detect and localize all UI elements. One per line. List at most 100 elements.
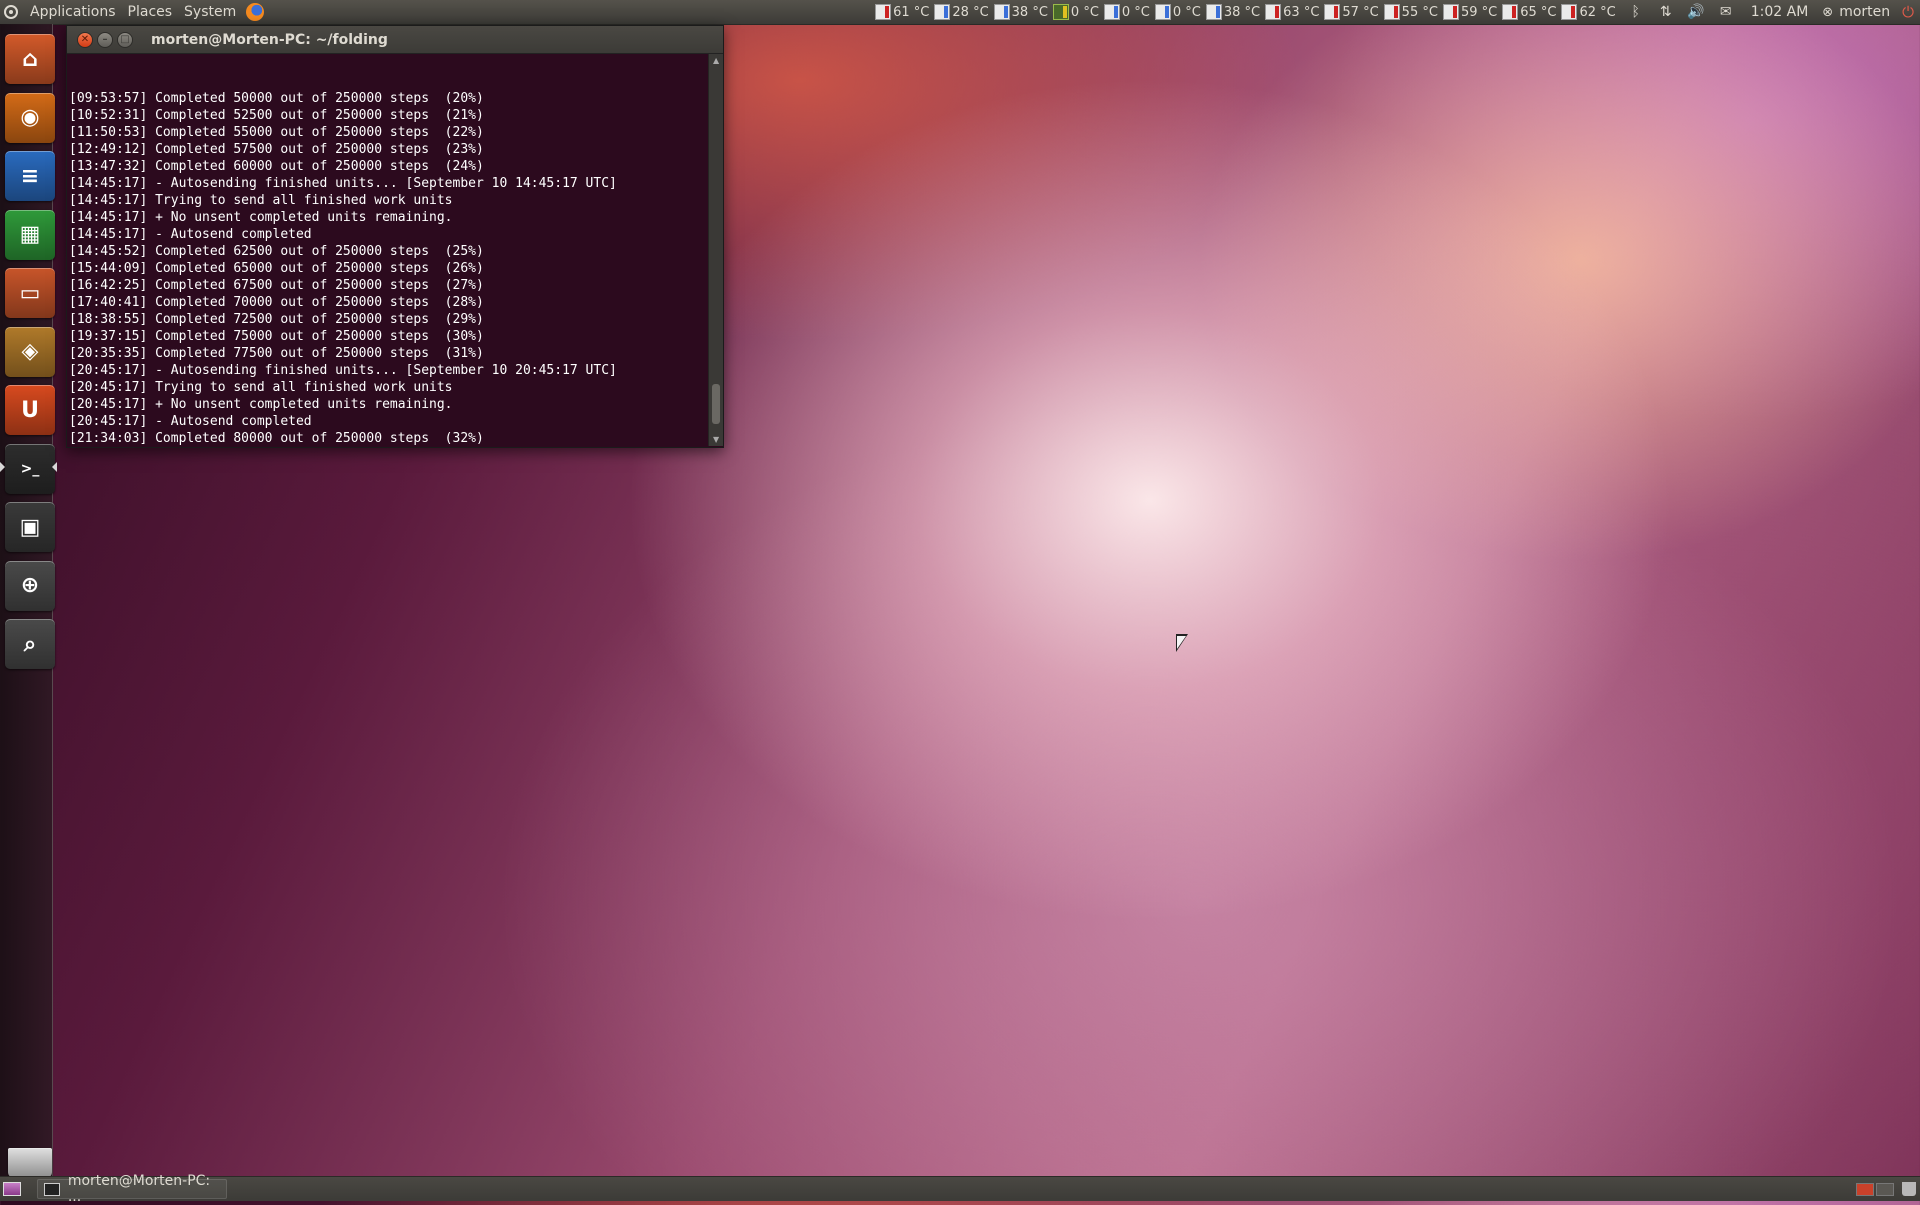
taskbar-terminal-button[interactable]: morten@Morten-PC: ... <box>37 1173 227 1205</box>
scroll-down-icon[interactable]: ▼ <box>713 435 719 444</box>
temperature-sensor[interactable]: 65 °C <box>1502 4 1556 20</box>
temperature-sensor[interactable]: 0 °C <box>1052 4 1099 20</box>
terminal-scrollbar[interactable]: ▲ ▼ <box>708 54 723 446</box>
places-menu[interactable]: Places <box>122 4 179 20</box>
applications-menu[interactable]: Applications <box>24 4 122 20</box>
terminal-line: [14:45:17] - Autosending finished units.… <box>69 176 617 191</box>
volume-icon[interactable]: 🔊 <box>1685 4 1707 20</box>
terminal-line: [09:53:57] Completed 50000 out of 250000… <box>69 91 484 106</box>
active-arrow-left-icon <box>0 462 5 472</box>
libreoffice-writer-icon: ≡ <box>5 151 55 201</box>
sensor-value: 55 °C <box>1401 4 1438 20</box>
temperature-sensor[interactable]: 38 °C <box>1205 4 1260 20</box>
sensor-list: 61 °C 28 °C 38 °C 0 °C 0 °C 0 °C 38 °C 63 °C 57 … <box>875 4 1621 20</box>
terminal-window[interactable]: ✕ – □ morten@Morten-PC: ~/folding [09:53… <box>66 25 724 448</box>
sensor-value: 65 °C <box>1520 4 1557 20</box>
thermometer-icon <box>993 4 1010 20</box>
workspace-area <box>1854 1182 1916 1196</box>
terminal-line: [17:40:41] Completed 70000 out of 250000… <box>69 295 484 310</box>
sensor-value: 63 °C <box>1283 4 1320 20</box>
scrollbar-thumb[interactable] <box>712 384 720 424</box>
launcher-firefox[interactable]: ◉ <box>5 92 55 145</box>
temperature-sensor[interactable]: 0 °C <box>1103 4 1150 20</box>
launcher-ubuntu-one[interactable]: U <box>5 385 55 437</box>
window-titlebar[interactable]: ✕ – □ morten@Morten-PC: ~/folding <box>67 26 723 54</box>
scroll-up-icon[interactable]: ▲ <box>713 56 719 65</box>
terminal-line: [20:45:17] - Autosending finished units.… <box>69 363 617 378</box>
launcher-search-files[interactable]: ⌕ <box>5 619 55 671</box>
terminal-line: [18:38:55] Completed 72500 out of 250000… <box>69 312 484 327</box>
user-name: morten <box>1839 4 1891 20</box>
launcher-zoom[interactable]: ⊕ <box>5 560 55 613</box>
launcher-ubuntu-software-center[interactable]: ◈ <box>5 326 55 379</box>
temperature-sensor[interactable]: 62 °C <box>1561 4 1616 20</box>
thermometer-icon <box>1502 4 1519 20</box>
thermometer-icon <box>875 4 892 20</box>
temperature-sensor[interactable]: 61 °C <box>875 4 929 20</box>
terminal-line: [14:45:52] Completed 62500 out of 250000… <box>69 244 484 259</box>
terminal-line: [15:44:09] Completed 65000 out of 250000… <box>69 261 484 276</box>
trash-icon <box>8 1148 52 1178</box>
thermometer-icon <box>1561 4 1578 20</box>
user-menu[interactable]: ⊗ morten <box>1822 4 1890 20</box>
sensor-value: 59 °C <box>1460 4 1498 20</box>
firefox-launcher-icon[interactable] <box>246 3 265 21</box>
libreoffice-impress-icon: ▭ <box>5 268 55 318</box>
terminal-line: [12:49:12] Completed 57500 out of 250000… <box>69 142 484 157</box>
temperature-sensor[interactable]: 63 °C <box>1265 4 1319 20</box>
launcher-libreoffice-impress[interactable]: ▭ <box>5 268 55 320</box>
sensor-value: 0 °C <box>1070 4 1099 20</box>
system-menu[interactable]: System <box>178 4 242 20</box>
taskbar-terminal-label: morten@Morten-PC: ... <box>67 1173 211 1205</box>
launcher-libreoffice-calc[interactable]: ▦ <box>5 209 55 262</box>
search-files-icon: ⌕ <box>5 619 55 669</box>
launcher-terminal[interactable]: >_ <box>5 443 55 496</box>
terminal-line: [14:45:17] + No unsent completed units r… <box>69 210 453 225</box>
thermometer-icon <box>934 4 951 20</box>
terminal-line: [10:52:31] Completed 52500 out of 250000… <box>69 108 484 123</box>
thermometer-icon <box>1265 4 1282 20</box>
temperature-sensor[interactable]: 57 °C <box>1324 4 1379 20</box>
temperature-sensor[interactable]: 0 °C <box>1154 4 1201 20</box>
terminal-output[interactable]: [09:53:57] Completed 50000 out of 250000… <box>67 54 707 446</box>
sensor-value: 28 °C <box>952 4 989 20</box>
temperature-sensor[interactable]: 38 °C <box>993 4 1048 20</box>
ubuntu-software-center-icon: ◈ <box>5 326 55 377</box>
terminal-line: [14:45:17] Trying to send all finished w… <box>69 193 453 208</box>
terminal-line: [19:37:15] Completed 75000 out of 250000… <box>69 329 484 344</box>
sensor-value: 61 °C <box>893 4 930 20</box>
trash-applet-icon[interactable] <box>1902 1182 1916 1196</box>
zoom-icon: ⊕ <box>5 560 55 611</box>
ubuntu-logo-icon[interactable] <box>4 5 18 19</box>
network-icon[interactable]: ⇅ <box>1655 4 1677 20</box>
terminal-line: [21:34:03] Completed 80000 out of 250000… <box>69 431 484 446</box>
terminal-line: [20:45:17] Trying to send all finished w… <box>69 380 453 395</box>
temperature-sensor[interactable]: 59 °C <box>1442 4 1498 20</box>
terminal-line: [13:47:32] Completed 60000 out of 250000… <box>69 159 484 174</box>
maximize-button[interactable]: □ <box>117 31 133 48</box>
user-status-icon: ⊗ <box>1822 4 1834 20</box>
bluetooth-icon[interactable]: ᛒ <box>1625 4 1647 20</box>
clock[interactable]: 1:02 AM <box>1751 4 1809 20</box>
workspace-2[interactable] <box>1876 1182 1894 1196</box>
launcher-home-folder[interactable]: ⌂ <box>5 34 55 86</box>
sensor-value: 0 °C <box>1172 4 1201 20</box>
launcher-libreoffice-writer[interactable]: ≡ <box>5 151 55 203</box>
power-icon[interactable]: ⏻ <box>1902 3 1914 21</box>
terminal-lines: [09:53:57] Completed 50000 out of 250000… <box>69 90 707 446</box>
show-desktop-icon[interactable] <box>3 1182 21 1196</box>
launcher-workspace-switcher[interactable]: ▣ <box>5 502 55 554</box>
temperature-sensor[interactable]: 55 °C <box>1383 4 1438 20</box>
mouse-pointer-icon <box>1176 634 1188 652</box>
terminal-line: [20:35:35] Completed 77500 out of 250000… <box>69 346 484 361</box>
thermometer-icon <box>1383 4 1400 20</box>
temperature-sensor[interactable]: 28 °C <box>934 4 989 20</box>
active-arrow-right-icon <box>52 462 57 472</box>
thermometer-icon <box>1324 4 1341 20</box>
terminal-task-icon <box>44 1182 60 1196</box>
close-button[interactable]: ✕ <box>77 31 93 48</box>
mail-icon[interactable]: ✉ <box>1715 4 1737 20</box>
workspace-1[interactable] <box>1856 1182 1874 1196</box>
thermometer-icon <box>1103 4 1120 20</box>
minimize-button[interactable]: – <box>97 31 113 48</box>
